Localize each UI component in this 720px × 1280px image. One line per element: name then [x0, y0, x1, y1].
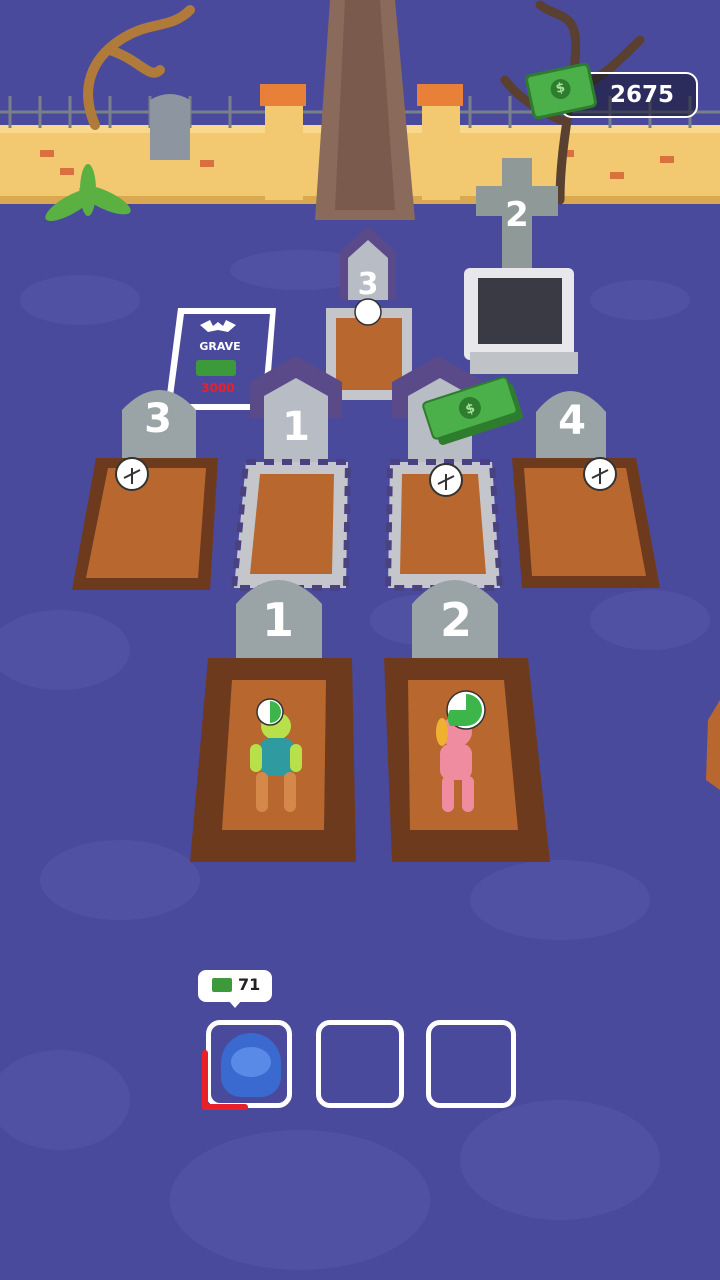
grave-center-left-number: 1 [282, 404, 310, 450]
grave-front-1: 1 [190, 580, 356, 862]
money-counter: $ 2675 [523, 61, 698, 121]
ground-pattern [0, 250, 710, 1270]
arched-number: 3 [358, 267, 379, 302]
reward-bubble: 71 [198, 970, 272, 1008]
reward-amount: 71 [238, 975, 261, 994]
customer-slot-1[interactable] [206, 1020, 292, 1108]
grave-right-number: 4 [558, 398, 586, 444]
arched-grave-1: 1 [230, 356, 352, 591]
arched-grave-3: 3 [326, 226, 412, 400]
blue-monster-icon [221, 1033, 281, 1097]
timer-progress-bar-bottom [202, 1104, 248, 1110]
sign-cost: 3000 [201, 381, 234, 395]
grave-front-right-number: 2 [440, 593, 472, 647]
grave-left-3: 3 [72, 390, 218, 590]
money-amount: 2675 [609, 82, 674, 108]
customer-slot-3[interactable] [426, 1020, 516, 1108]
sign-label: GRAVE [199, 340, 240, 353]
sign-cash-icon [196, 360, 236, 376]
grave-front-left-number: 1 [262, 593, 294, 647]
old-tombstone [150, 94, 190, 160]
game-scene: 2 3 GRAVE 3000 3 1 $ 4 1 2 $ 2675 71 [0, 0, 720, 1280]
grave-right-4: 4 [512, 391, 660, 588]
open-crypt [464, 268, 578, 374]
timer-progress-bar [202, 1050, 208, 1110]
cross-number: 2 [505, 195, 529, 235]
cash-icon [212, 978, 232, 992]
offscreen-object [706, 700, 720, 790]
shovel-icon [354, 298, 382, 326]
grave-left-number: 3 [144, 396, 172, 442]
customer-slot-2[interactable] [316, 1020, 404, 1108]
